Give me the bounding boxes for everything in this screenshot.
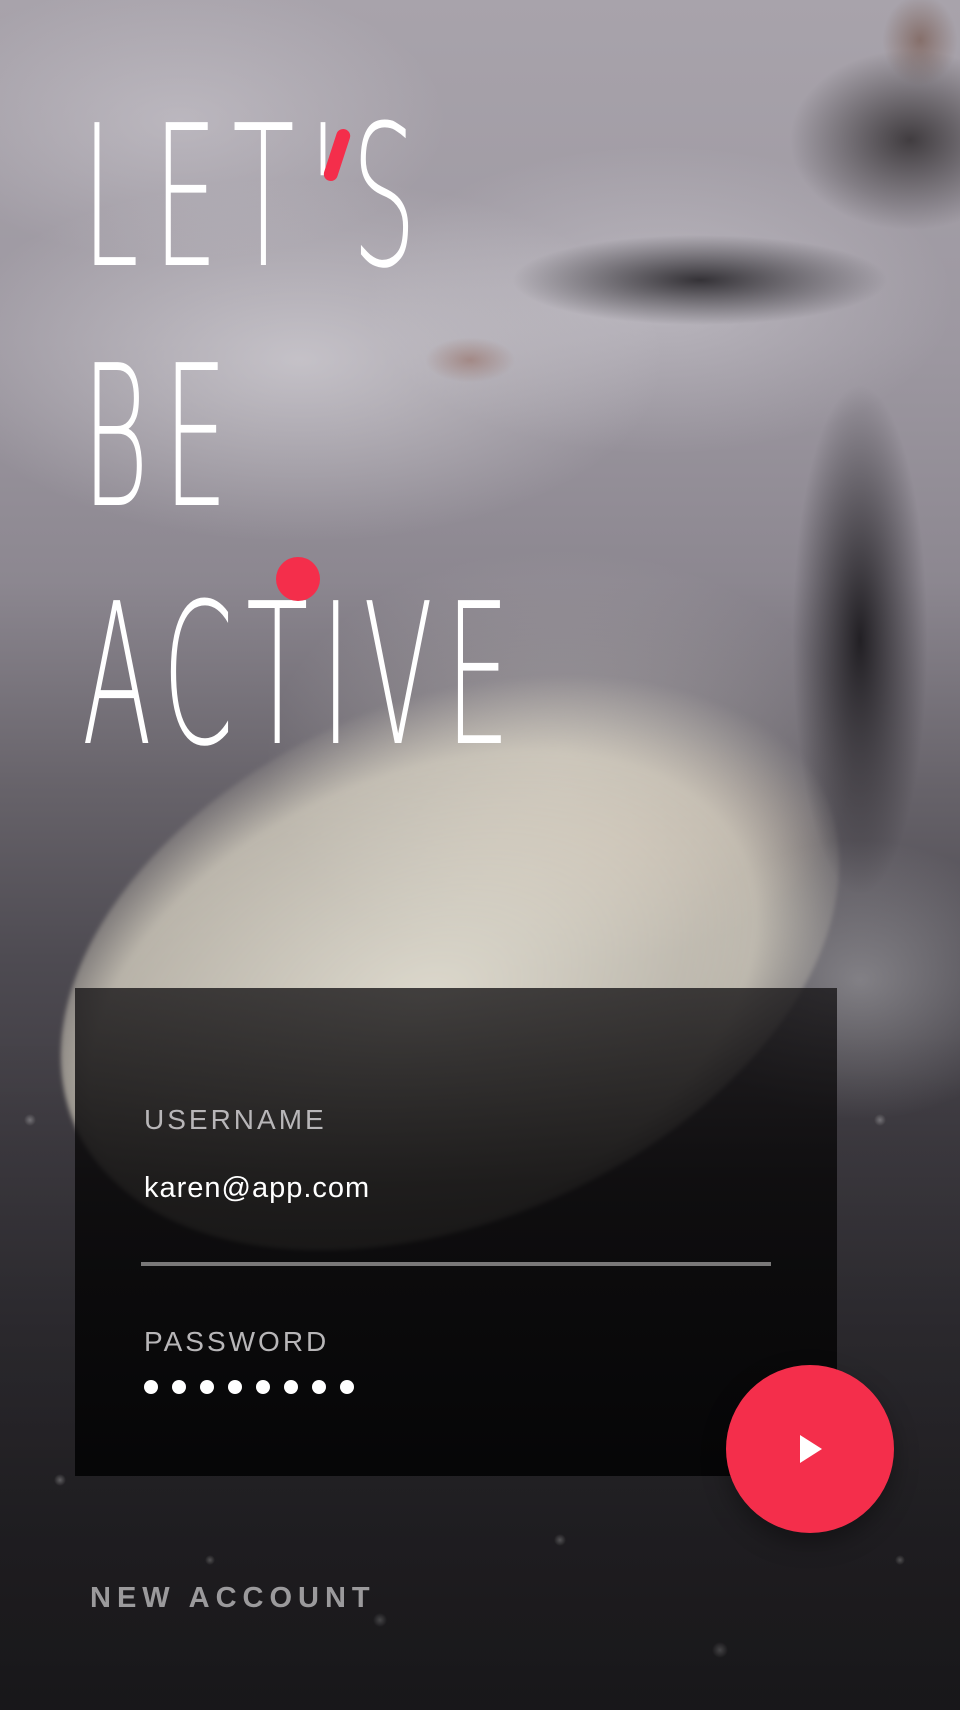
password-dot [144,1380,158,1394]
new-account-link[interactable]: NEW ACCOUNT [90,1584,376,1613]
password-field[interactable] [144,1380,354,1394]
password-dot [340,1380,354,1394]
play-icon [800,1435,822,1463]
password-dot [200,1380,214,1394]
password-dot [256,1380,270,1394]
password-dot [172,1380,186,1394]
headline-line-1: Let's [82,84,431,312]
password-dot [228,1380,242,1394]
submit-button[interactable] [726,1365,894,1533]
password-dot [312,1380,326,1394]
headline-line-3: Active [82,562,523,790]
i-dot-accent [276,557,320,601]
username-label: USERNAME [144,1104,327,1135]
username-underline [141,1262,771,1266]
password-label: PASSWORD [144,1326,330,1357]
password-dot [284,1380,298,1394]
headline-line-2: Be [82,324,243,552]
username-field[interactable]: karen@app.com [144,1174,370,1203]
login-form: USERNAME karen@app.com PASSWORD [75,988,837,1476]
